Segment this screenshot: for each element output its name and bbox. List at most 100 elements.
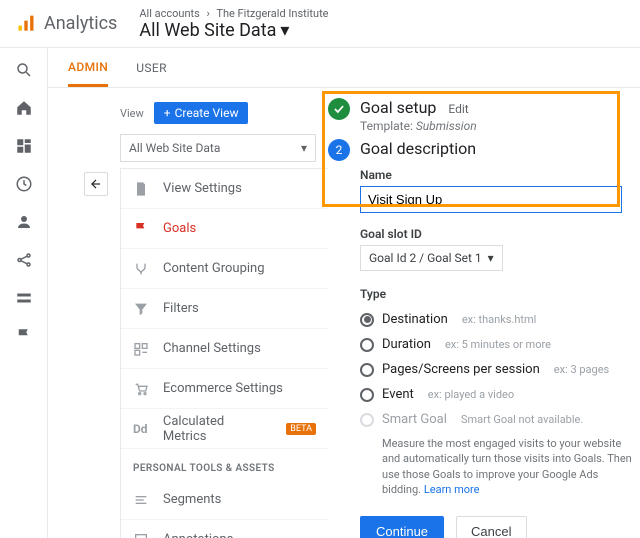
product-logo: Analytics [16, 13, 117, 34]
caret-down-icon: ▾ [488, 251, 494, 265]
radio-icon [360, 363, 374, 377]
step1-edit-link[interactable]: Edit [448, 102, 468, 116]
menu-segments[interactable]: Segments [121, 480, 328, 520]
tab-user[interactable]: USER [136, 61, 167, 87]
step2-number-badge: 2 [328, 139, 350, 161]
analytics-logo-icon [16, 14, 36, 34]
type-example: ex: played a video [428, 388, 514, 401]
radio-icon [360, 388, 374, 402]
menu-annotations[interactable]: Annotations [121, 520, 328, 538]
branch-icon [133, 261, 151, 277]
caret-down-icon: ▾ [301, 141, 307, 155]
menu-section-personal: PERSONAL TOOLS & ASSETS [121, 449, 328, 480]
goal-slot-dropdown[interactable]: Goal Id 2 / Goal Set 1 ▾ [360, 245, 503, 271]
radio-icon [360, 338, 374, 352]
user-icon[interactable] [14, 212, 34, 232]
menu-label: Filters [163, 301, 199, 316]
annotation-icon [133, 532, 151, 538]
create-view-button[interactable]: + Create View [154, 102, 249, 124]
smart-goal-description: Measure the most engaged visits to your … [382, 436, 636, 498]
back-button[interactable] [84, 172, 108, 196]
type-label: Destination [382, 312, 448, 327]
type-destination[interactable]: Destinationex: thanks.html [360, 307, 636, 332]
step-goal-setup: Goal setup Edit Template: Submission [328, 98, 636, 133]
channel-icon [133, 341, 151, 357]
menu-calculated-metrics[interactable]: Dd Calculated Metrics BETA [121, 409, 328, 449]
dd-icon: Dd [133, 422, 151, 436]
flag-icon [133, 221, 151, 237]
type-pages[interactable]: Pages/Screens per session ex: 3 pages [360, 357, 636, 382]
dashboard-icon[interactable] [14, 136, 34, 156]
caret-down-icon: ▾ [280, 20, 289, 41]
cancel-button[interactable]: Cancel [456, 516, 526, 538]
view-label: View [120, 107, 144, 120]
view-settings-menu: View Settings Goals Content Grouping Fil… [120, 168, 328, 538]
crumb-view: All Web Site Data [139, 20, 276, 41]
type-smart-goal: Smart Goal Smart Goal not available. [360, 407, 636, 432]
type-field-label: Type [360, 287, 636, 301]
learn-more-link[interactable]: Learn more [424, 483, 480, 496]
search-icon[interactable] [14, 60, 34, 80]
segments-icon [133, 492, 151, 508]
smart-note-text: Measure the most engaged visits to your … [382, 437, 632, 496]
goal-type-radiogroup: Destinationex: thanks.html Duration ex: 5… [360, 307, 636, 432]
menu-label: Annotations [163, 532, 233, 538]
plus-icon: + [164, 106, 171, 120]
type-note: Smart Goal not available. [461, 413, 583, 426]
view-column: View + Create View All Web Site Data ▾ V… [48, 88, 328, 538]
left-nav-rail [0, 48, 48, 538]
clock-icon[interactable] [14, 174, 34, 194]
menu-ecommerce-settings[interactable]: Ecommerce Settings [121, 369, 328, 409]
home-icon[interactable] [14, 98, 34, 118]
acquisition-icon[interactable] [14, 250, 34, 270]
view-selector-value: All Web Site Data [129, 141, 220, 155]
step1-template-label: Template: [360, 119, 413, 133]
type-label: Pages/Screens per session [382, 362, 540, 377]
cart-icon [133, 381, 151, 397]
name-field-label: Name [360, 168, 636, 182]
radio-icon [360, 413, 374, 427]
type-event[interactable]: Eventex: played a video [360, 382, 636, 407]
menu-label: Ecommerce Settings [163, 381, 283, 396]
view-selector-dropdown[interactable]: All Web Site Data ▾ [120, 134, 316, 162]
chevron-right-icon: › [207, 7, 210, 20]
menu-channel-settings[interactable]: Channel Settings [121, 329, 328, 369]
menu-content-grouping[interactable]: Content Grouping [121, 249, 328, 289]
crumb-all-accounts: All accounts [139, 7, 199, 20]
admin-tabs: ADMIN USER [48, 48, 640, 88]
type-duration[interactable]: Duration ex: 5 minutes or more [360, 332, 636, 357]
type-example: ex: 3 pages [554, 363, 609, 376]
check-icon [328, 98, 350, 120]
slot-field-label: Goal slot ID [360, 227, 636, 241]
step-goal-description: 2 Goal description Name Goal slot ID Goa… [328, 139, 636, 538]
beta-badge: BETA [286, 423, 316, 435]
step1-template-value: Submission [416, 119, 477, 133]
funnel-icon [133, 301, 151, 317]
tab-admin[interactable]: ADMIN [68, 60, 108, 87]
account-picker[interactable]: All accounts › The Fitzgerald Institute … [139, 7, 328, 41]
step2-title: Goal description [360, 139, 476, 158]
type-label: Duration [382, 337, 431, 352]
menu-filters[interactable]: Filters [121, 289, 328, 329]
radio-icon [360, 313, 374, 327]
type-label: Smart Goal [382, 412, 447, 427]
menu-label: Calculated Metrics [163, 414, 270, 444]
step1-title: Goal setup [360, 98, 436, 117]
menu-view-settings[interactable]: View Settings [121, 169, 328, 209]
create-view-label: Create View [175, 106, 239, 120]
conversions-flag-icon[interactable] [14, 326, 34, 346]
goal-slot-value: Goal Id 2 / Goal Set 1 [369, 251, 482, 265]
menu-goals[interactable]: Goals [121, 209, 328, 249]
crumb-account: The Fitzgerald Institute [216, 7, 328, 20]
menu-label: Channel Settings [163, 341, 261, 356]
menu-label: Segments [163, 492, 221, 507]
goal-wizard: Goal setup Edit Template: Submission 2 G… [328, 88, 640, 538]
menu-label: Goals [163, 221, 196, 236]
continue-button[interactable]: Continue [360, 516, 444, 538]
behavior-icon[interactable] [14, 288, 34, 308]
menu-label: View Settings [163, 181, 242, 196]
app-header: Analytics All accounts › The Fitzgerald … [0, 0, 640, 48]
goal-name-input[interactable] [360, 186, 622, 213]
type-example: ex: 5 minutes or more [445, 338, 551, 351]
menu-label: Content Grouping [163, 261, 265, 276]
